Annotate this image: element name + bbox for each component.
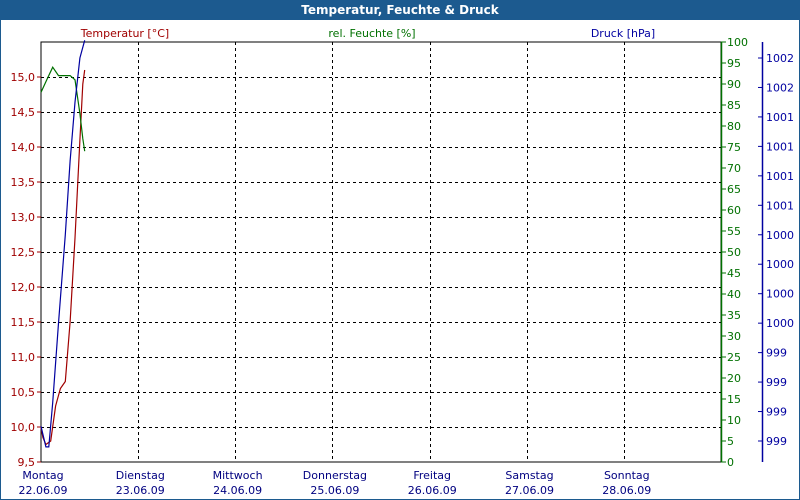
temp-tick-label: 11,5 [11, 316, 36, 329]
humidity-tick-label: 65 [727, 183, 741, 196]
chart-window: Temperatur, Feuchte & Druck 9,5 10,0 10,5 1… [0, 0, 800, 500]
humidity-tick-label: 0 [727, 456, 734, 469]
temp-tick-label: 14,0 [11, 141, 36, 154]
pressure-tick-label: 999 [766, 406, 787, 419]
temp-tick-label: 12,5 [11, 246, 36, 259]
pressure-tick-label: 1002 [766, 52, 794, 65]
pressure-tick-label: 999 [766, 376, 787, 389]
x-tick-day: Mittwoch [213, 469, 263, 482]
humidity-tick-label: 60 [727, 204, 741, 217]
pressure-tick-label: 1001 [766, 199, 794, 212]
temperature-line [40, 69, 86, 446]
x-tick-date: 24.06.09 [213, 484, 262, 497]
humidity-line [40, 65, 86, 152]
x-tick-date: 27.06.09 [505, 484, 554, 497]
x-tick-day: Donnerstag [303, 469, 367, 482]
temp-tick-label: 10,0 [11, 421, 36, 434]
humidity-tick-label: 100 [727, 36, 748, 49]
temp-tick-label: 13,5 [11, 176, 36, 189]
pressure-tick-label: 1001 [766, 140, 794, 153]
pressure-tick-label: 1001 [766, 170, 794, 183]
humidity-tick-label: 15 [727, 393, 741, 406]
temp-tick-label: 15,0 [11, 71, 36, 84]
humidity-axis-label: rel. Feuchte [%] [328, 27, 415, 40]
x-tick-day: Montag [22, 469, 63, 482]
x-tick-day: Samstag [505, 469, 553, 482]
pressure-tick-label: 1001 [766, 111, 794, 124]
x-tick-day: Sonntag [604, 469, 650, 482]
x-tick-day: Freitag [413, 469, 451, 482]
pressure-axis-label: Druck [hPa] [591, 27, 655, 40]
humidity-tick-label: 30 [727, 330, 741, 343]
pressure-tick-label: 999 [766, 347, 787, 360]
humidity-tick-label: 25 [727, 351, 741, 364]
x-tick-date: 26.06.09 [408, 484, 457, 497]
humidity-tick-label: 5 [727, 435, 734, 448]
humidity-tick-label: 80 [727, 120, 741, 133]
humidity-tick-label: 50 [727, 246, 741, 259]
humidity-tick-label: 75 [727, 141, 741, 154]
humidity-tick-label: 55 [727, 225, 741, 238]
humidity-tick-label: 70 [727, 162, 741, 175]
pressure-tick-label: 1000 [766, 288, 794, 301]
humidity-tick-label: 45 [727, 267, 741, 280]
pressure-tick-label: 1000 [766, 317, 794, 330]
pressure-tick-label: 1002 [766, 81, 794, 94]
temp-tick-label: 10,5 [11, 386, 36, 399]
humidity-tick-label: 35 [727, 309, 741, 322]
x-tick-date: 22.06.09 [19, 484, 68, 497]
pressure-tick-label: 1000 [766, 258, 794, 271]
humidity-tick-label: 85 [727, 99, 741, 112]
temp-tick-label: 12,0 [11, 281, 36, 294]
axis-labels: 9,5 10,0 10,5 11,0 11,5 12,0 12,5 13,0 13,5 14,0 1… [11, 27, 795, 497]
temp-tick-label: 11,0 [11, 351, 36, 364]
temp-tick-label: 9,5 [18, 456, 36, 469]
pressure-tick-label: 1000 [766, 229, 794, 242]
humidity-tick-label: 20 [727, 372, 741, 385]
pressure-tick-label: 999 [766, 435, 787, 448]
humidity-tick-label: 40 [727, 288, 741, 301]
humidity-tick-label: 95 [727, 57, 741, 70]
temp-tick-label: 14,5 [11, 106, 36, 119]
temperature-axis-label: Temperatur [°C] [80, 27, 169, 40]
humidity-tick-label: 10 [727, 414, 741, 427]
x-tick-date: 28.06.09 [602, 484, 651, 497]
x-tick-date: 23.06.09 [116, 484, 165, 497]
grid [41, 42, 721, 462]
temp-tick-label: 13,0 [11, 211, 36, 224]
x-tick-date: 25.06.09 [310, 484, 359, 497]
series-lines [40, 40, 86, 448]
humidity-tick-label: 90 [727, 78, 741, 91]
line-chart: 9,5 10,0 10,5 11,0 11,5 12,0 12,5 13,0 13,5 14,0 1… [11, 27, 795, 497]
x-tick-day: Dienstag [116, 469, 165, 482]
